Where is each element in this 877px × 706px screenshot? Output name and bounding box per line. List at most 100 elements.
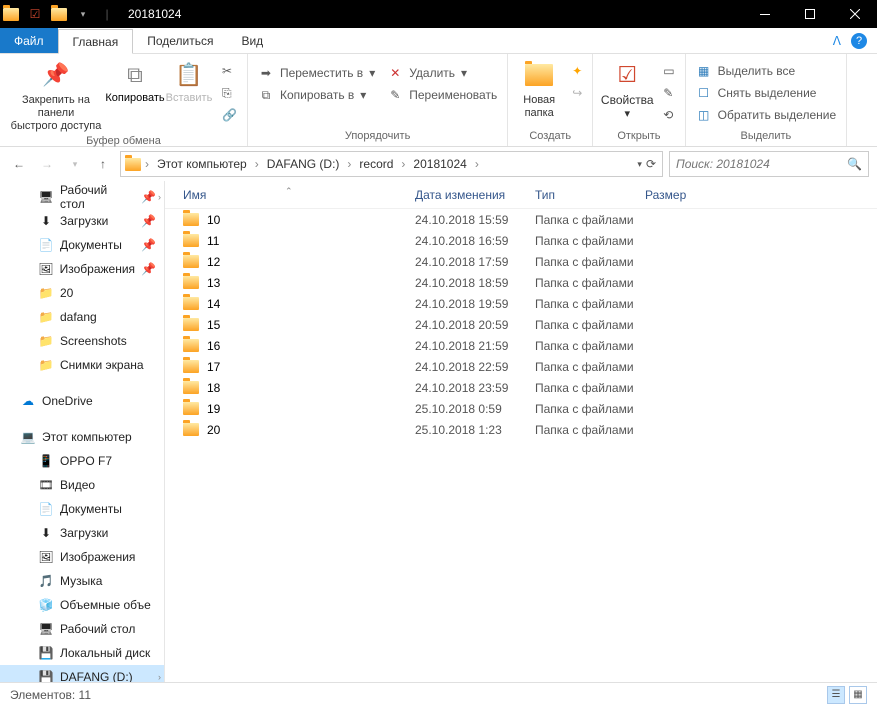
column-size[interactable]: Размер (645, 188, 725, 202)
chevron-right-icon[interactable]: › (253, 157, 261, 171)
sidebar-item[interactable]: 📁Screenshots (0, 329, 164, 353)
folder-icon (123, 158, 143, 171)
sidebar-item[interactable]: 💾DAFANG (D:)› (0, 665, 164, 682)
breadcrumb[interactable]: 20181024 (407, 152, 472, 176)
chevron-right-icon[interactable]: › (473, 157, 481, 171)
sidebar-item[interactable]: ☁OneDrive (0, 389, 164, 413)
sidebar-item[interactable]: 💾Локальный диск (0, 641, 164, 665)
close-button[interactable] (832, 0, 877, 28)
breadcrumb[interactable]: DAFANG (D:) (261, 152, 346, 176)
drive-icon: 💾 (38, 669, 54, 682)
sidebar-item[interactable]: 📄Документы (0, 497, 164, 521)
sidebar-item[interactable]: 📁Снимки экрана (0, 353, 164, 377)
sidebar-item[interactable]: 🎞Видео (0, 473, 164, 497)
address-dropdown-icon[interactable]: ▾ (637, 159, 642, 170)
file-row[interactable]: 1124.10.2018 16:59Папка с файлами (165, 230, 877, 251)
sidebar-item[interactable]: 📁dafang (0, 305, 164, 329)
file-row[interactable]: 1624.10.2018 21:59Папка с файлами (165, 335, 877, 356)
sidebar-item[interactable]: 🖼Изображения (0, 545, 164, 569)
copy-to-button[interactable]: ⧉Копировать в ▾ (254, 84, 379, 106)
up-button[interactable]: ↑ (92, 153, 114, 175)
invert-selection-button[interactable]: ◫Обратить выделение (692, 104, 841, 126)
paste-shortcut-button[interactable]: 🔗 (218, 104, 241, 126)
search-box[interactable]: 🔍 (669, 151, 869, 177)
recent-locations-button[interactable]: ▾ (64, 153, 86, 175)
qat-dropdown-icon[interactable]: ▾ (74, 5, 92, 23)
chevron-right-icon[interactable]: › (345, 157, 353, 171)
chevron-right-icon[interactable]: › (399, 157, 407, 171)
icons-view-button[interactable]: ▦ (849, 686, 867, 704)
new-folder-button[interactable]: Новая папка (514, 58, 564, 120)
history-button[interactable]: ⟲ (659, 104, 678, 126)
sidebar-item[interactable]: 📱OPPO F7 (0, 449, 164, 473)
sidebar-item[interactable]: 🖥Рабочий стол📌› (0, 185, 164, 209)
rename-button[interactable]: ✎Переименовать (383, 84, 501, 106)
file-row[interactable]: 2025.10.2018 1:23Папка с файлами (165, 419, 877, 440)
file-row[interactable]: 1024.10.2018 15:59Папка с файлами (165, 209, 877, 230)
file-row[interactable]: 1824.10.2018 23:59Папка с файлами (165, 377, 877, 398)
sidebar-item[interactable]: 📁20 (0, 281, 164, 305)
sidebar-item[interactable]: ⬇Загрузки📌 (0, 209, 164, 233)
file-row[interactable]: 1925.10.2018 0:59Папка с файлами (165, 398, 877, 419)
properties-button[interactable]: ☑ Свойства▾ (599, 58, 655, 121)
nav-row: ← → ▾ ↑ › Этот компьютер › DAFANG (D:) ›… (0, 147, 877, 181)
tab-file[interactable]: Файл (0, 28, 58, 53)
tab-home[interactable]: Главная (58, 29, 134, 54)
sidebar-item[interactable]: 🎵Музыка (0, 569, 164, 593)
sidebar-item-label: DAFANG (D:) (60, 670, 133, 682)
file-row[interactable]: 1724.10.2018 22:59Папка с файлами (165, 356, 877, 377)
paste-shortcut-icon: 🔗 (222, 108, 237, 122)
open-icon: ▭ (663, 64, 674, 78)
column-type[interactable]: Тип (535, 188, 645, 202)
pin-to-quick-access-button[interactable]: 📌 Закрепить на панели быстрого доступа (6, 58, 106, 133)
sidebar-item[interactable]: 📄Документы📌 (0, 233, 164, 257)
address-bar[interactable]: › Этот компьютер › DAFANG (D:) › record … (120, 151, 663, 177)
cut-button[interactable]: ✂ (218, 60, 241, 82)
sidebar-item[interactable]: 🧊Объемные объе (0, 593, 164, 617)
qat-properties-icon[interactable]: ☑ (26, 5, 44, 23)
breadcrumb[interactable]: record (353, 152, 399, 176)
sidebar-item[interactable]: 💻Этот компьютер (0, 425, 164, 449)
help-icon[interactable]: ? (851, 33, 867, 49)
move-to-button[interactable]: ➡Переместить в ▾ (254, 62, 379, 84)
details-view-button[interactable]: ☰ (827, 686, 845, 704)
file-row[interactable]: 1324.10.2018 18:59Папка с файлами (165, 272, 877, 293)
ribbon: 📌 Закрепить на панели быстрого доступа ⧉… (0, 54, 877, 147)
file-row[interactable]: 1424.10.2018 19:59Папка с файлами (165, 293, 877, 314)
column-date[interactable]: Дата изменения (415, 188, 535, 202)
invert-selection-icon: ◫ (696, 108, 712, 122)
sidebar-item[interactable]: 🖼Изображения📌 (0, 257, 164, 281)
qat-folder-icon[interactable] (50, 5, 68, 23)
copy-path-button[interactable]: ⎘ (218, 82, 241, 104)
chevron-right-icon[interactable]: › (143, 157, 151, 171)
file-row[interactable]: 1524.10.2018 20:59Папка с файлами (165, 314, 877, 335)
file-name: 16 (207, 339, 220, 353)
file-type: Папка с файлами (535, 276, 645, 290)
minimize-ribbon-icon[interactable]: ᐱ (833, 34, 841, 48)
open-button[interactable]: ▭ (659, 60, 678, 82)
refresh-icon[interactable]: ⟳ (646, 157, 656, 171)
delete-button[interactable]: ✕Удалить ▾ (383, 62, 501, 84)
easy-access-button[interactable]: ↪ (568, 82, 586, 104)
back-button[interactable]: ← (8, 153, 30, 175)
new-item-button[interactable]: ✦ (568, 60, 586, 82)
sidebar-item[interactable]: 🖥Рабочий стол (0, 617, 164, 641)
file-date: 24.10.2018 22:59 (415, 360, 535, 374)
breadcrumb[interactable]: Этот компьютер (151, 152, 253, 176)
select-all-button[interactable]: ▦Выделить все (692, 60, 841, 82)
forward-button[interactable]: → (36, 153, 58, 175)
phone-icon: 📱 (38, 453, 54, 469)
paste-button[interactable]: 📋 Вставить (164, 58, 214, 105)
edit-button[interactable]: ✎ (659, 82, 678, 104)
search-input[interactable] (676, 157, 847, 171)
column-name[interactable]: Имя⌃ (165, 188, 415, 202)
select-none-button[interactable]: ☐Снять выделение (692, 82, 841, 104)
tab-view[interactable]: Вид (227, 28, 277, 53)
minimize-button[interactable] (742, 0, 787, 28)
copy-button[interactable]: ⧉ Копировать (110, 58, 160, 105)
file-row[interactable]: 1224.10.2018 17:59Папка с файлами (165, 251, 877, 272)
edit-icon: ✎ (663, 86, 673, 100)
maximize-button[interactable] (787, 0, 832, 28)
sidebar-item[interactable]: ⬇Загрузки (0, 521, 164, 545)
tab-share[interactable]: Поделиться (133, 28, 227, 53)
